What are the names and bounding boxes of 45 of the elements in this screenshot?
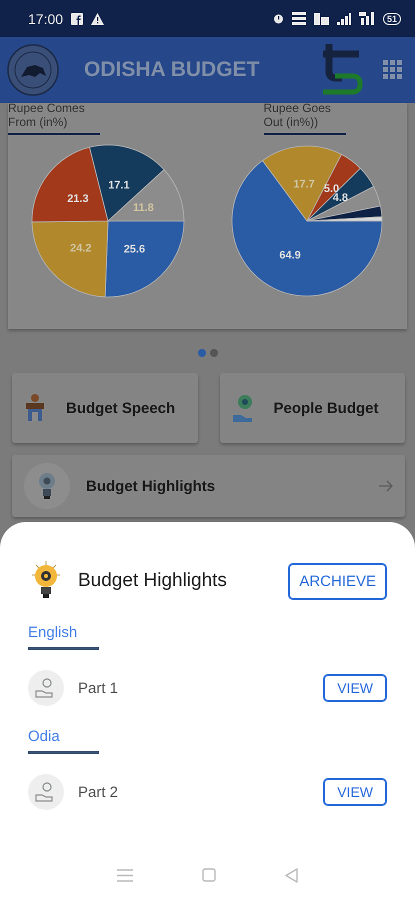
volte-icon [314,12,329,24]
feature-card[interactable]: Budget Speech [12,373,198,443]
highlights-card[interactable]: Budget Highlights [12,455,405,517]
slice-value-label: 4.8 [333,192,348,204]
card-label: People Budget [274,400,379,416]
apps-grid-icon[interactable] [383,60,403,80]
chart-heading: Rupee Comes From (in%) [8,101,100,135]
part-label: Part 1 [78,680,120,696]
battery-icon: 51 [382,12,401,24]
page-dot[interactable] [210,349,218,357]
section-heading: English [28,624,99,650]
slice-value-label: 17.1 [108,180,130,192]
app-title: ODISHA BUDGET [84,58,260,82]
warning-icon [91,12,104,24]
hand-coin-icon [232,393,254,423]
signal-icon [336,12,351,24]
slice-value-label: 24.2 [70,242,92,254]
slice-value-label: 25.6 [123,243,145,256]
lightbulb-icon [38,472,56,500]
feature-card[interactable]: People Budget [220,373,405,443]
sheet-title: Budget Highlights [78,570,228,592]
slice-value-label: 64.9 [280,250,302,262]
section-heading: Odia [28,728,99,754]
card-label: Budget Speech [66,400,176,416]
network-speed-icon [292,12,306,25]
emblem-logo [6,43,60,97]
facebook-icon [71,12,84,24]
back-icon[interactable] [284,868,298,882]
archive-button[interactable]: ARCHIEVE [288,562,387,600]
slice-value-label: 17.7 [294,178,316,191]
view-button[interactable]: VIEW [323,674,387,702]
menu-icon[interactable] [116,868,132,882]
alarm-icon [272,12,284,24]
podium-speaker-icon [24,393,46,423]
slice-value-label: 11.8 [132,202,154,214]
page-dot[interactable] [198,349,206,357]
slice-value-label: 21.3 [66,192,88,205]
part-label: Part 2 [78,784,120,800]
signal-icon [358,12,375,25]
view-button[interactable]: VIEW [323,778,387,806]
arrow-right-icon[interactable] [379,480,393,492]
clock-time: 17:00 [28,10,64,26]
card-label: Budget Highlights [86,478,216,494]
chart-heading: Rupee Goes Out (in%)) [264,101,346,135]
home-icon[interactable] [202,868,216,882]
